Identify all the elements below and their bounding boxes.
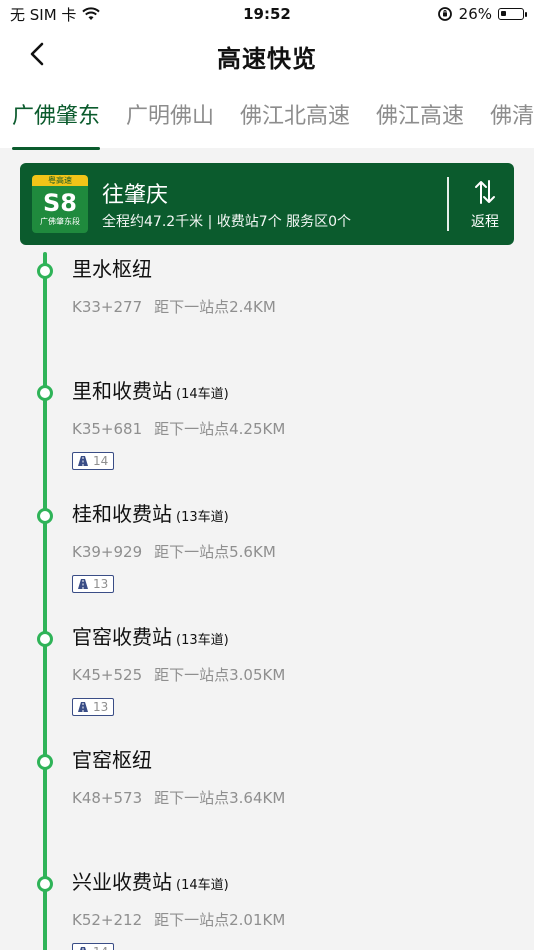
- lane-note: (13车道): [176, 510, 229, 525]
- station-item[interactable]: 官窑收费站 (13车道) K45+525 距下一站点3.05KM 13: [0, 624, 534, 746]
- lane-count-badge: 14: [72, 943, 115, 950]
- station-name-text: 官窑枢纽: [72, 748, 152, 772]
- lane-count-badge: 13: [72, 698, 115, 716]
- return-trip-button[interactable]: 返程: [460, 173, 510, 237]
- route-summary: 全程约47.2千米 | 收费站7个 服务区0个: [102, 214, 352, 230]
- station-name-text: 桂和收费站: [72, 502, 172, 526]
- road-icon: [78, 579, 88, 589]
- station-meta: K52+212 距下一站点2.01KM: [72, 909, 285, 930]
- station-dot: [37, 754, 53, 770]
- next-station-distance: 距下一站点2.4KM: [154, 298, 276, 316]
- station-name-text: 兴业收费站: [72, 870, 172, 894]
- lane-note: (14车道): [176, 387, 229, 402]
- tab-4[interactable]: 佛清: [490, 98, 534, 134]
- station-meta: K33+277 距下一站点2.4KM: [72, 296, 276, 317]
- station-meta: K35+681 距下一站点4.25KM: [72, 418, 285, 439]
- badge-sub-label: 广佛肇东段: [40, 217, 80, 226]
- station-km: K48+573: [72, 789, 143, 807]
- header-bar: 高速快览: [0, 28, 534, 84]
- station-dot: [37, 631, 53, 647]
- app-root: 无 SIM 卡 19:52 26% 高速快览 广佛肇东 广明佛山 佛江北高速 佛…: [0, 0, 534, 950]
- badge-code: S8: [43, 189, 77, 217]
- tab-0[interactable]: 广佛肇东: [12, 98, 101, 150]
- route-divider: [447, 177, 449, 231]
- lane-count-badge: 13: [72, 575, 115, 593]
- highway-tabs: 广佛肇东 广明佛山 佛江北高速 佛江高速 佛清: [0, 84, 534, 150]
- next-station-distance: 距下一站点3.64KM: [154, 789, 286, 807]
- station-item[interactable]: 桂和收费站 (13车道) K39+929 距下一站点5.6KM 13: [0, 501, 534, 623]
- lane-count-badge: 14: [72, 452, 115, 470]
- station-name: 里水枢纽: [72, 256, 156, 286]
- return-trip-label: 返程: [471, 214, 499, 230]
- station-meta: K39+929 距下一站点5.6KM: [72, 541, 276, 562]
- station-item[interactable]: 官窑枢纽 K48+573 距下一站点3.64KM: [0, 747, 534, 869]
- station-meta: K45+525 距下一站点3.05KM: [72, 664, 285, 685]
- station-name: 兴业收费站 (14车道): [72, 869, 229, 899]
- station-item[interactable]: 里和收费站 (14车道) K35+681 距下一站点4.25KM 14: [0, 378, 534, 500]
- road-icon: [78, 456, 88, 466]
- station-dot: [37, 508, 53, 524]
- road-icon: [78, 702, 88, 712]
- station-name: 桂和收费站 (13车道): [72, 501, 229, 531]
- station-name: 官窑收费站 (13车道): [72, 624, 229, 654]
- route-direction: 往肇庆: [102, 183, 169, 208]
- tab-3[interactable]: 佛江高速: [376, 98, 464, 134]
- battery-icon: [498, 8, 527, 20]
- back-chevron-icon[interactable]: [26, 40, 50, 68]
- next-station-distance: 距下一站点4.25KM: [154, 420, 286, 438]
- highway-badge: 粤高速 S8 广佛肇东段: [32, 175, 88, 233]
- swap-vertical-icon: [475, 180, 495, 204]
- station-km: K33+277: [72, 298, 143, 316]
- station-km: K45+525: [72, 666, 143, 684]
- station-name: 里和收费站 (14车道): [72, 378, 229, 408]
- next-station-distance: 距下一站点2.01KM: [154, 911, 286, 929]
- status-time: 19:52: [243, 5, 291, 23]
- station-km: K39+929: [72, 543, 143, 561]
- station-name-text: 里和收费站: [72, 379, 172, 403]
- badge-top-label: 粤高速: [32, 175, 88, 186]
- next-station-distance: 距下一站点3.05KM: [154, 666, 286, 684]
- station-item[interactable]: 里水枢纽 K33+277 距下一站点2.4KM: [0, 256, 534, 378]
- next-station-distance: 距下一站点5.6KM: [154, 543, 276, 561]
- station-km: K35+681: [72, 420, 143, 438]
- station-dot: [37, 876, 53, 892]
- station-km: K52+212: [72, 911, 143, 929]
- page-title: 高速快览: [217, 44, 317, 73]
- station-dot: [37, 385, 53, 401]
- station-meta: K48+573 距下一站点3.64KM: [72, 787, 285, 808]
- lane-count: 13: [93, 700, 109, 714]
- station-name: 官窑枢纽: [72, 747, 156, 777]
- station-item[interactable]: 兴业收费站 (14车道) K52+212 距下一站点2.01KM 14: [0, 869, 534, 950]
- station-name-text: 里水枢纽: [72, 257, 152, 281]
- route-header-card: 粤高速 S8 广佛肇东段 往肇庆 全程约47.2千米 | 收费站7个 服务区0个…: [20, 163, 514, 245]
- station-dot: [37, 263, 53, 279]
- lane-count: 14: [93, 945, 108, 950]
- battery-level: [501, 11, 506, 16]
- road-icon: [80, 947, 86, 950]
- status-bar: 无 SIM 卡 19:52 26%: [0, 0, 534, 28]
- lane-count: 13: [93, 577, 109, 591]
- tab-1[interactable]: 广明佛山: [126, 98, 214, 134]
- lane-note: (14车道): [176, 878, 229, 893]
- station-name-text: 官窑收费站: [72, 625, 172, 649]
- lane-note: (13车道): [176, 633, 229, 648]
- lane-count: 14: [93, 454, 109, 468]
- tab-2[interactable]: 佛江北高速: [240, 98, 350, 134]
